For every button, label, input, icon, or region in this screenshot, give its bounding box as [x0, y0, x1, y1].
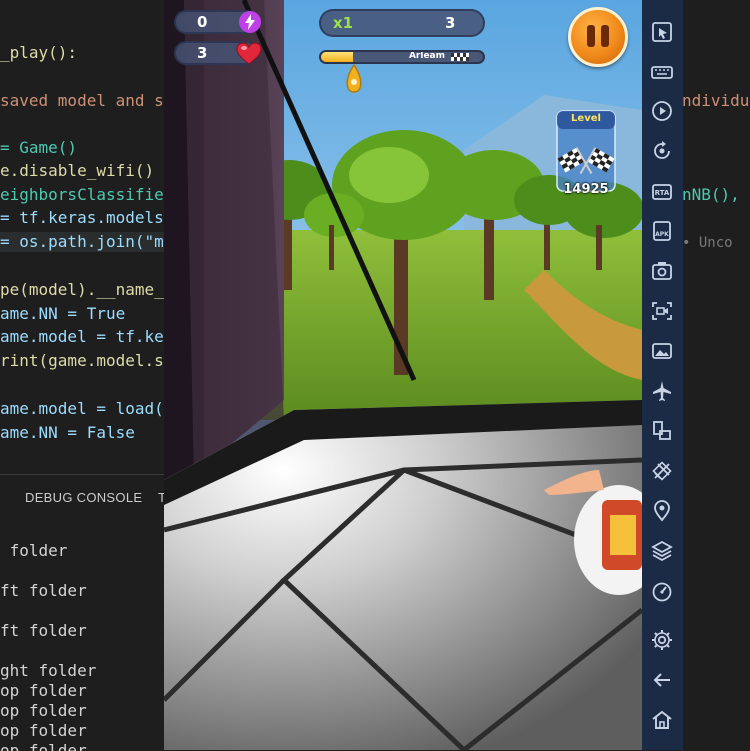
code-fragment: • Unco	[683, 235, 733, 251]
console-line: ght folder	[0, 661, 97, 680]
code-line: saved model and s	[0, 91, 164, 110]
code-line: ame.model = load(p	[0, 399, 164, 418]
console-line: op folder	[0, 721, 87, 740]
level-score: 14925	[563, 182, 609, 197]
code-line: = tf.keras.models	[0, 208, 164, 227]
level-badge: Level 14925	[556, 110, 616, 197]
code-line: = Game()	[0, 138, 78, 157]
pause-icon-bar	[601, 25, 609, 47]
apk-install-icon[interactable]: APK	[650, 219, 674, 243]
coin-count: 3	[445, 14, 456, 32]
code-line: pe(model).__name__	[0, 280, 164, 299]
pause-icon	[587, 25, 595, 47]
lives-counter: 3	[174, 41, 262, 65]
airplane-icon[interactable]	[650, 379, 674, 403]
screen-record-icon[interactable]	[650, 299, 674, 323]
console-line: op folder	[0, 681, 87, 700]
code-fragment: nNB(),	[683, 185, 740, 204]
game-viewport[interactable]: 0 3 x1 3 Arleam Level 14925	[164, 0, 642, 750]
svg-text:APK: APK	[655, 231, 669, 238]
lives-count: 3	[197, 44, 208, 62]
code-editor: _play(): saved model and s = Game() e.di…	[0, 0, 164, 480]
console-line: ft folder	[0, 621, 87, 640]
screenshot-icon[interactable]	[650, 259, 674, 283]
score-counter: x1 3	[319, 9, 485, 37]
console-line: op folder	[0, 701, 87, 720]
layers-icon[interactable]	[650, 539, 674, 563]
rotate-icon[interactable]	[650, 139, 674, 163]
home-icon[interactable]	[650, 708, 674, 732]
code-line: _play():	[0, 43, 78, 62]
lightning-icon	[239, 11, 261, 33]
emulator-toolbar: RTA APK	[642, 0, 683, 750]
race-progress-bar: Arleam	[319, 50, 485, 64]
pause-button[interactable]	[568, 7, 628, 67]
record-icon[interactable]	[650, 99, 674, 123]
console-line: ft folder	[0, 581, 87, 600]
svg-text:RTA: RTA	[655, 189, 670, 197]
keyboard-icon[interactable]	[650, 60, 674, 84]
eco-mode-icon[interactable]	[650, 459, 674, 483]
console-line: folder	[0, 541, 68, 560]
finish-flag-icon	[451, 53, 469, 61]
back-icon[interactable]	[650, 668, 674, 692]
energy-counter: 0	[174, 10, 261, 34]
code-line: eighborsClassifie	[0, 185, 164, 204]
code-line: ame.model = tf.ker	[0, 327, 164, 346]
performance-icon[interactable]	[650, 579, 674, 603]
apk-icon[interactable]: RTA	[650, 180, 674, 204]
opponent-name: Arleam	[408, 51, 445, 61]
tab-debug-console[interactable]: DEBUG CONSOLE	[25, 490, 142, 505]
location-icon[interactable]	[650, 499, 674, 523]
level-label: Level	[571, 113, 601, 124]
media-icon[interactable]	[650, 339, 674, 363]
multiplier: x1	[333, 14, 354, 32]
code-line: rint(game.model.su	[0, 351, 164, 370]
settings-icon[interactable]	[650, 628, 674, 652]
code-fragment: ndividu	[683, 91, 750, 110]
energy-count: 0	[197, 13, 208, 31]
code-line: ame.NN = False	[0, 423, 135, 442]
heart-icon	[236, 42, 262, 65]
pointer-icon[interactable]	[650, 20, 674, 44]
race-progress-fill	[321, 52, 354, 62]
code-editor-right: ndividu nNB(), • Unco	[683, 0, 750, 750]
debug-panel: DEBUG CONSOLE T folder ft folder ft fold…	[0, 474, 164, 751]
code-line: e.disable_wifi()	[0, 161, 155, 180]
code-line: ame.NN = True	[0, 304, 126, 323]
code-line-active: = os.path.join("mo	[0, 232, 164, 252]
multi-instance-icon[interactable]	[650, 419, 674, 443]
